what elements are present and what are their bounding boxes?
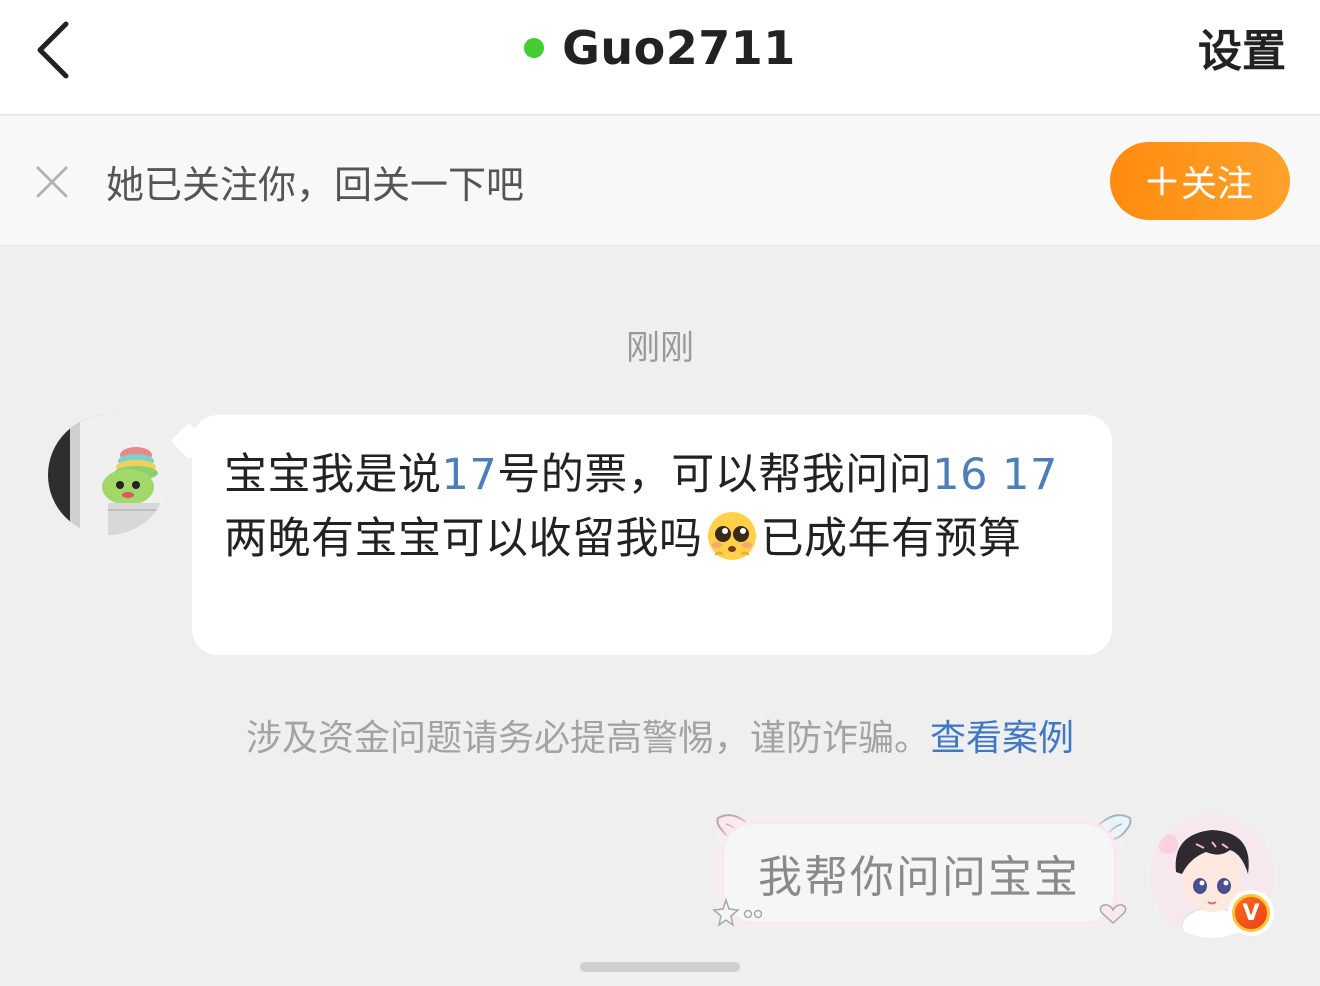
view-cases-link[interactable]: 查看案例 xyxy=(930,718,1074,759)
follow-back-prompt: 她已关注你，回关一下吧 xyxy=(106,163,525,207)
message-segment: 已成年有预算 xyxy=(760,514,1022,564)
close-icon xyxy=(36,166,68,198)
message-timestamp: 刚刚 xyxy=(626,328,694,368)
verified-v-icon: V xyxy=(1232,894,1270,932)
message-segment: 两晚有宝宝可以收留我吗 xyxy=(224,514,703,564)
message-number-link[interactable]: 17 xyxy=(442,450,498,500)
plush-toy-avatar-image xyxy=(48,415,168,535)
follow-button[interactable]: 关注 xyxy=(1110,142,1290,220)
dismiss-banner-button[interactable] xyxy=(32,160,72,204)
outgoing-message-bubble[interactable]: 我帮你问问宝宝 xyxy=(724,824,1114,922)
nav-header: Guo2711 设置 xyxy=(0,0,1320,115)
fraud-warning-notice: 涉及资金问题请务必提高警惕，谨防诈骗。查看案例 xyxy=(0,714,1320,764)
message-segment: 宝宝我是说 xyxy=(224,450,442,500)
fraud-warning-text: 涉及资金问题请务必提高警惕，谨防诈骗。 xyxy=(245,718,930,759)
sparkle-decoration xyxy=(712,898,763,927)
plus-icon xyxy=(1147,166,1177,196)
follow-button-label: 关注 xyxy=(1180,164,1253,205)
message-number-link[interactable]: 16 17 xyxy=(932,450,1058,500)
incoming-message-bubble[interactable]: 宝宝我是说17号的票，可以帮我问问16 17 两晚有宝宝可以收留我吗 已成年有预算 xyxy=(192,415,1112,655)
message-segment: 号的票，可以帮我问问 xyxy=(497,450,933,500)
contact-avatar[interactable] xyxy=(48,415,168,535)
outgoing-message-text: 我帮你问问宝宝 xyxy=(758,852,1080,903)
chat-title: Guo2711 xyxy=(0,18,1320,78)
heart-decoration xyxy=(1099,904,1127,925)
verified-badge: V xyxy=(1228,890,1274,936)
pleading-face-emoji xyxy=(707,512,756,560)
contact-name: Guo2711 xyxy=(562,21,796,75)
incoming-message-text: 宝宝我是说17号的票，可以帮我问问16 17 两晚有宝宝可以收留我吗 已成年有预算 xyxy=(224,443,1080,571)
settings-button[interactable]: 设置 xyxy=(1198,22,1286,82)
online-status-dot xyxy=(524,38,545,58)
home-indicator[interactable] xyxy=(580,962,740,972)
